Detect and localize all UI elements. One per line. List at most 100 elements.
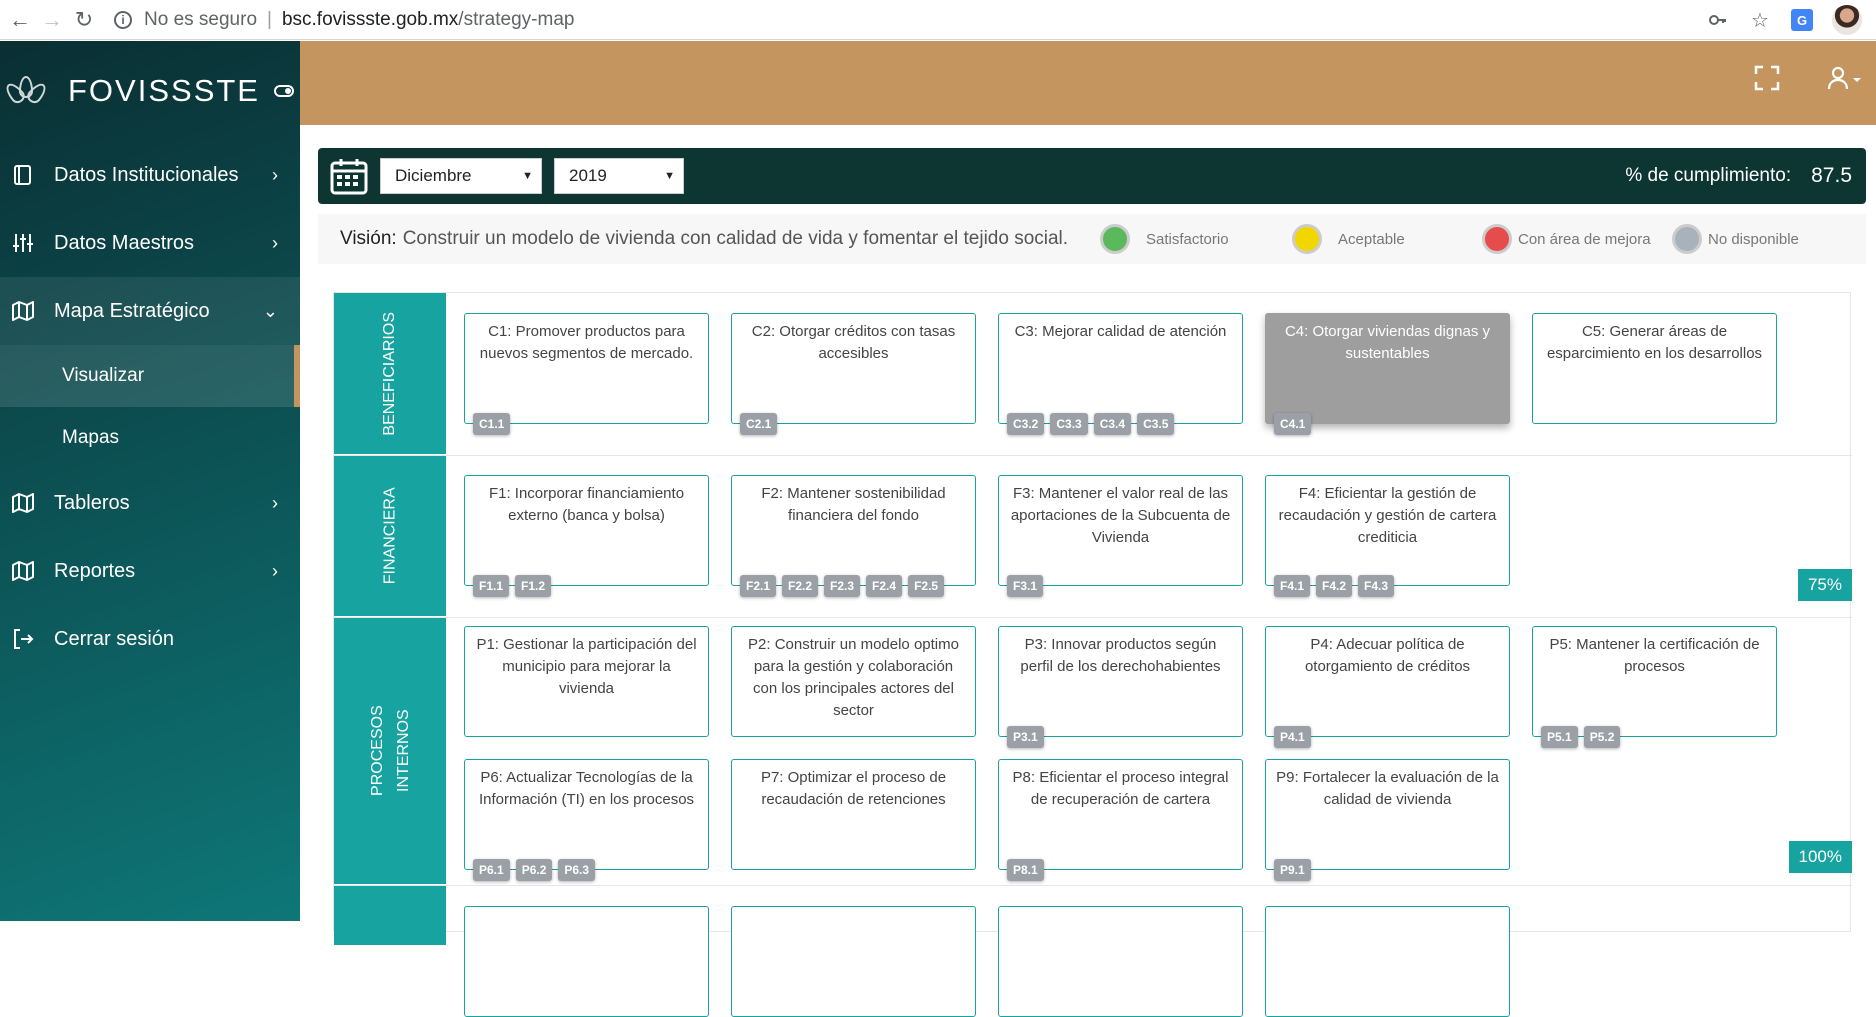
- objective-card-f3[interactable]: F3: Mantener el valor real de las aporta…: [998, 475, 1243, 597]
- indicator-chip[interactable]: F2.3: [824, 575, 861, 597]
- indicator-chip[interactable]: C3.4: [1093, 413, 1132, 435]
- year-select-value: 2019: [569, 166, 607, 185]
- not-secure-label: No es seguro: [144, 8, 258, 30]
- translate-icon[interactable]: G: [1790, 8, 1814, 32]
- info-icon[interactable]: i: [114, 10, 132, 29]
- objective-card[interactable]: [464, 906, 709, 1017]
- indicator-chip[interactable]: C3.2: [1007, 413, 1045, 435]
- year-select[interactable]: 2019 ▼: [554, 158, 684, 194]
- cumplimiento-value: 87.5: [1811, 164, 1852, 187]
- objective-card-p7[interactable]: P7: Optimizar el proceso de recaudación …: [731, 759, 976, 870]
- legend-aceptable: Aceptable: [1292, 224, 1405, 254]
- objective-text: F2: Mantener sostenibilidad financiera d…: [761, 485, 946, 524]
- indicator-chip[interactable]: P8.1: [1007, 859, 1044, 881]
- objective-text: P1: Gestionar la participación del munic…: [476, 636, 697, 697]
- sidebar-subitem-mapas[interactable]: Mapas: [0, 407, 300, 469]
- vision-text: Construir un modelo de vivienda con cali…: [402, 228, 1069, 249]
- indicator-chip[interactable]: C4.1: [1274, 413, 1312, 435]
- book-icon: [12, 164, 34, 186]
- objective-card-p8[interactable]: P8: Eficientar el proceso integral de re…: [998, 759, 1243, 881]
- sidebar-item-mapa-estrategico[interactable]: Mapa Estratégico ⌄: [0, 277, 300, 345]
- indicator-chip[interactable]: P4.1: [1274, 726, 1311, 748]
- indicator-chip[interactable]: P6.3: [558, 859, 596, 881]
- indicator-chip[interactable]: P3.1: [1007, 726, 1044, 748]
- indicator-chip[interactable]: F4.2: [1316, 575, 1353, 597]
- indicator-chip[interactable]: F2.5: [908, 575, 945, 597]
- objective-card-p9[interactable]: P9: Fortalecer la evaluación de la calid…: [1265, 759, 1510, 881]
- sidebar-item-datos-maestros[interactable]: Datos Maestros ›: [0, 209, 300, 277]
- indicator-chip[interactable]: F3.1: [1007, 575, 1044, 597]
- sidebar-item-reportes[interactable]: Reportes ›: [0, 537, 300, 605]
- objective-text: P3: Innovar productos según perfil de lo…: [1020, 636, 1221, 675]
- objective-card-c5[interactable]: C5: Generar áreas de esparcimiento en lo…: [1532, 313, 1777, 424]
- objective-card-p1[interactable]: P1: Gestionar la participación del munic…: [464, 626, 709, 737]
- indicator-chip[interactable]: P9.1: [1274, 859, 1311, 881]
- sidebar-item-datos-institucionales[interactable]: Datos Institucionales ›: [0, 141, 300, 209]
- indicator-chip[interactable]: F4.1: [1274, 575, 1311, 597]
- objective-card[interactable]: [998, 906, 1243, 1017]
- objective-card-f1[interactable]: F1: Incorporar financiamiento externo (b…: [464, 475, 709, 597]
- sidebar-item-label: Reportes: [54, 559, 136, 582]
- month-select-value: Diciembre: [395, 166, 472, 185]
- objective-card[interactable]: [731, 906, 976, 1017]
- legend-satisfactorio: Satisfactorio: [1100, 224, 1229, 254]
- objective-card-f2[interactable]: F2: Mantener sostenibilidad financiera d…: [731, 475, 976, 597]
- browser-toolbar: ← → ↻ i No es seguro | bsc.fovissste.gob…: [0, 0, 1876, 40]
- objective-card-p2[interactable]: P2: Construir un modelo optimo para la g…: [731, 626, 976, 737]
- objective-card-p4[interactable]: P4: Adecuar política de otorgamiento de …: [1265, 626, 1510, 748]
- indicator-chip[interactable]: F2.2: [782, 575, 819, 597]
- indicator-chip[interactable]: P6.1: [473, 859, 510, 881]
- objective-text: P8: Eficientar el proceso integral de re…: [1012, 769, 1229, 808]
- chevron-right-icon: ›: [272, 492, 278, 513]
- objective-card-f4[interactable]: F4: Eficientar la gestión de recaudación…: [1265, 475, 1510, 597]
- url-path: /strategy-map: [458, 8, 575, 30]
- indicator-chip[interactable]: F2.1: [740, 575, 777, 597]
- perspective-label: BENEFICIARIOS: [334, 293, 446, 455]
- month-select[interactable]: Diciembre ▼: [380, 158, 542, 194]
- objective-card-p6[interactable]: P6: Actualizar Tecnologías de la Informa…: [464, 759, 709, 881]
- indicator-chip[interactable]: C3.3: [1050, 413, 1088, 435]
- objective-card[interactable]: [1265, 906, 1510, 1017]
- brand[interactable]: FOVISSSTE: [0, 41, 300, 141]
- profile-avatar[interactable]: [1832, 5, 1862, 35]
- legend-label: No disponible: [1708, 230, 1799, 248]
- indicator-chip[interactable]: P5.2: [1583, 726, 1621, 748]
- indicator-chip[interactable]: C2.1: [740, 413, 778, 435]
- sidebar-subitem-visualizar[interactable]: Visualizar: [0, 345, 300, 407]
- gray-status-dot: [1672, 224, 1702, 254]
- objective-card-c1[interactable]: C1: Promover productos para nuevos segme…: [464, 313, 709, 435]
- sidebar-item-cerrar-sesion[interactable]: Cerrar sesión: [0, 605, 300, 673]
- sidebar-item-tableros[interactable]: Tableros ›: [0, 469, 300, 537]
- perspective-label: FINANCIERA: [334, 456, 446, 617]
- indicator-chip[interactable]: C1.1: [473, 413, 511, 435]
- objective-card-c4[interactable]: C4: Otorgar viviendas dignas y sustentab…: [1265, 313, 1510, 435]
- objective-card-c2[interactable]: C2: Otorgar créditos con tasas accesible…: [731, 313, 976, 435]
- reload-icon[interactable]: ↻: [72, 7, 96, 32]
- star-icon[interactable]: ☆: [1748, 8, 1772, 32]
- map-icon: [12, 560, 34, 582]
- indicator-chip[interactable]: P5.1: [1541, 726, 1578, 748]
- key-icon[interactable]: [1706, 8, 1730, 32]
- indicator-chip[interactable]: F4.3: [1358, 575, 1395, 597]
- objective-text: C1: Promover productos para nuevos segme…: [479, 323, 694, 362]
- fullscreen-icon[interactable]: [1754, 65, 1780, 98]
- indicator-chip[interactable]: P6.2: [515, 859, 553, 881]
- objective-card-p5[interactable]: P5: Mantener la certificación de proceso…: [1532, 626, 1777, 748]
- objective-card-c3[interactable]: C3: Mejorar calidad de atención C3.2 C3.…: [998, 313, 1243, 435]
- forward-arrow-icon[interactable]: →: [40, 7, 64, 32]
- objective-text: F3: Mantener el valor real de las aporta…: [1010, 485, 1231, 546]
- indicator-chip[interactable]: F1.2: [515, 575, 552, 597]
- cumplimiento: % de cumplimiento: 87.5: [1625, 164, 1852, 188]
- objective-card-p3[interactable]: P3: Innovar productos según perfil de lo…: [998, 626, 1243, 748]
- indicator-chip[interactable]: F2.4: [866, 575, 903, 597]
- legend-label: Satisfactorio: [1146, 230, 1229, 248]
- objective-text: P9: Fortalecer la evaluación de la calid…: [1276, 769, 1499, 808]
- user-menu-icon[interactable]: [1826, 65, 1862, 98]
- indicator-chip[interactable]: F1.1: [473, 575, 510, 597]
- address-bar[interactable]: i No es seguro | bsc.fovissste.gob.mx/st…: [114, 9, 574, 31]
- caret-down-icon: ▼: [522, 170, 533, 182]
- sidebar-toggle-icon[interactable]: [273, 85, 294, 97]
- indicator-chip[interactable]: C3.5: [1137, 413, 1175, 435]
- back-arrow-icon[interactable]: ←: [8, 7, 32, 32]
- perspective-label: [334, 886, 446, 946]
